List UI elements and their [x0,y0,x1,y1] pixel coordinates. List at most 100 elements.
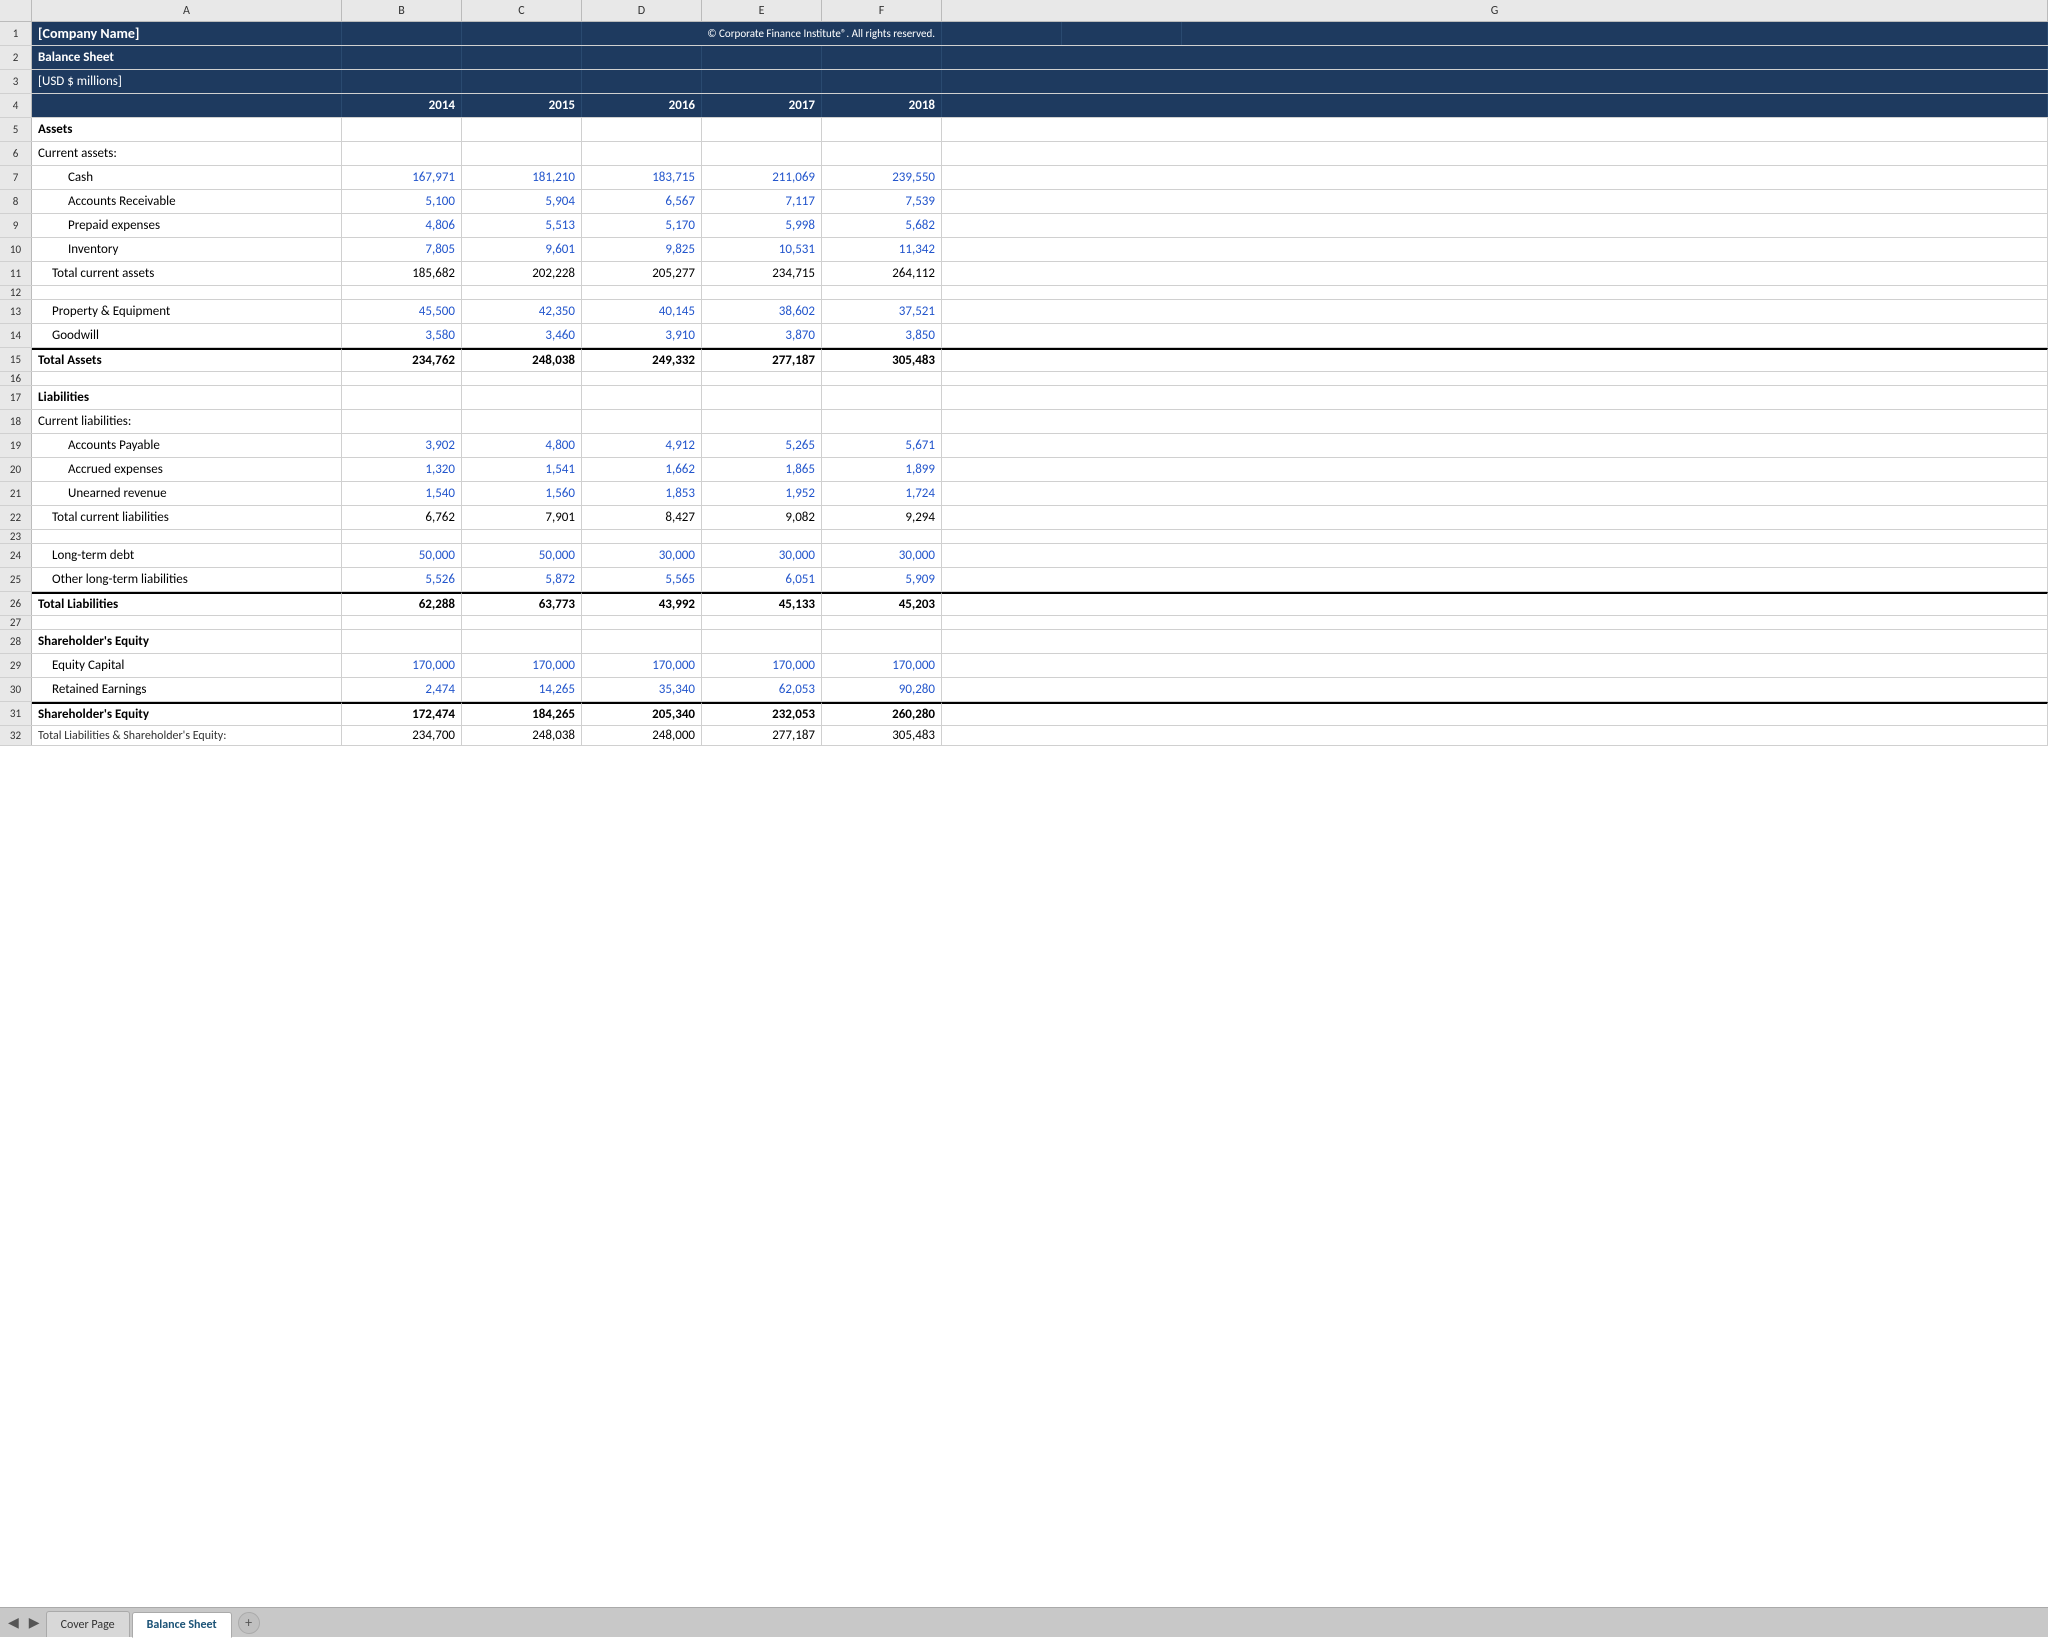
tab-scroll-left[interactable]: ◀ [4,1614,23,1631]
tca-2014[interactable]: 185,682 [342,262,462,285]
total-liab-2015[interactable]: 63,773 [462,592,582,615]
prepaid-2014[interactable]: 4,806 [342,214,462,237]
cash-2014[interactable]: 167,971 [342,166,462,189]
tab-cover-page[interactable]: Cover Page [46,1611,130,1637]
equity-capital-2018[interactable]: 170,000 [822,654,942,677]
tcl-2016[interactable]: 8,427 [582,506,702,529]
tlse-2017[interactable]: 277,187 [702,726,822,745]
company-name[interactable]: [Company Name] [32,22,342,45]
ar-2018[interactable]: 7,539 [822,190,942,213]
ltd-2018[interactable]: 30,000 [822,544,942,567]
inventory-2015[interactable]: 9,601 [462,238,582,261]
unearned-2016[interactable]: 1,853 [582,482,702,505]
goodwill-2017[interactable]: 3,870 [702,324,822,347]
tlse-2016[interactable]: 248,000 [582,726,702,745]
tlse-2018[interactable]: 305,483 [822,726,942,745]
unearned-2015[interactable]: 1,560 [462,482,582,505]
ap-2018[interactable]: 5,671 [822,434,942,457]
cash-2015[interactable]: 181,210 [462,166,582,189]
unearned-2014[interactable]: 1,540 [342,482,462,505]
goodwill-2018[interactable]: 3,850 [822,324,942,347]
equity-capital-2015[interactable]: 170,000 [462,654,582,677]
tcl-2015[interactable]: 7,901 [462,506,582,529]
unearned-2018[interactable]: 1,724 [822,482,942,505]
ltd-2016[interactable]: 30,000 [582,544,702,567]
retained-earnings-2015[interactable]: 14,265 [462,678,582,701]
prepaid-2017[interactable]: 5,998 [702,214,822,237]
ar-2017[interactable]: 7,117 [702,190,822,213]
total-assets-2014[interactable]: 234,762 [342,348,462,371]
other-lt-2015[interactable]: 5,872 [462,568,582,591]
retained-earnings-2014[interactable]: 2,474 [342,678,462,701]
se-2017[interactable]: 232,053 [702,702,822,725]
other-lt-2014[interactable]: 5,526 [342,568,462,591]
ltd-2017[interactable]: 30,000 [702,544,822,567]
ar-2015[interactable]: 5,904 [462,190,582,213]
cash-2018[interactable]: 239,550 [822,166,942,189]
cash-2017[interactable]: 211,069 [702,166,822,189]
total-assets-2016[interactable]: 249,332 [582,348,702,371]
other-lt-2016[interactable]: 5,565 [582,568,702,591]
ppe-2017[interactable]: 38,602 [702,300,822,323]
other-lt-2017[interactable]: 6,051 [702,568,822,591]
inventory-2014[interactable]: 7,805 [342,238,462,261]
ppe-2018[interactable]: 37,521 [822,300,942,323]
ar-2014[interactable]: 5,100 [342,190,462,213]
tca-2017[interactable]: 234,715 [702,262,822,285]
tca-2018[interactable]: 264,112 [822,262,942,285]
tlse-2014[interactable]: 234,700 [342,726,462,745]
inventory-2018[interactable]: 11,342 [822,238,942,261]
accrued-2018[interactable]: 1,899 [822,458,942,481]
tcl-2014[interactable]: 6,762 [342,506,462,529]
ap-2017[interactable]: 5,265 [702,434,822,457]
ppe-2015[interactable]: 42,350 [462,300,582,323]
total-assets-2017[interactable]: 277,187 [702,348,822,371]
ppe-2016[interactable]: 40,145 [582,300,702,323]
goodwill-2015[interactable]: 3,460 [462,324,582,347]
total-liab-2016[interactable]: 43,992 [582,592,702,615]
goodwill-2014[interactable]: 3,580 [342,324,462,347]
total-liab-2014[interactable]: 62,288 [342,592,462,615]
ap-2014[interactable]: 3,902 [342,434,462,457]
equity-capital-2016[interactable]: 170,000 [582,654,702,677]
other-lt-2018[interactable]: 5,909 [822,568,942,591]
ap-2015[interactable]: 4,800 [462,434,582,457]
ppe-2014[interactable]: 45,500 [342,300,462,323]
prepaid-2018[interactable]: 5,682 [822,214,942,237]
total-assets-2018[interactable]: 305,483 [822,348,942,371]
retained-earnings-2017[interactable]: 62,053 [702,678,822,701]
se-2015[interactable]: 184,265 [462,702,582,725]
unearned-2017[interactable]: 1,952 [702,482,822,505]
ap-2016[interactable]: 4,912 [582,434,702,457]
ltd-2014[interactable]: 50,000 [342,544,462,567]
accrued-2016[interactable]: 1,662 [582,458,702,481]
total-liab-2017[interactable]: 45,133 [702,592,822,615]
total-liab-2018[interactable]: 45,203 [822,592,942,615]
inventory-2016[interactable]: 9,825 [582,238,702,261]
tab-balance-sheet[interactable]: Balance Sheet [132,1612,232,1638]
goodwill-2016[interactable]: 3,910 [582,324,702,347]
tcl-2018[interactable]: 9,294 [822,506,942,529]
ltd-2015[interactable]: 50,000 [462,544,582,567]
retained-earnings-2016[interactable]: 35,340 [582,678,702,701]
accrued-2014[interactable]: 1,320 [342,458,462,481]
cash-2016[interactable]: 183,715 [582,166,702,189]
retained-earnings-2018[interactable]: 90,280 [822,678,942,701]
accrued-2015[interactable]: 1,541 [462,458,582,481]
se-2014[interactable]: 172,474 [342,702,462,725]
ar-2016[interactable]: 6,567 [582,190,702,213]
tca-2016[interactable]: 205,277 [582,262,702,285]
inventory-2017[interactable]: 10,531 [702,238,822,261]
se-2016[interactable]: 205,340 [582,702,702,725]
se-2018[interactable]: 260,280 [822,702,942,725]
accrued-2017[interactable]: 1,865 [702,458,822,481]
equity-capital-2014[interactable]: 170,000 [342,654,462,677]
tlse-2015[interactable]: 248,038 [462,726,582,745]
total-assets-2015[interactable]: 248,038 [462,348,582,371]
prepaid-2016[interactable]: 5,170 [582,214,702,237]
tcl-2017[interactable]: 9,082 [702,506,822,529]
tca-2015[interactable]: 202,228 [462,262,582,285]
tab-add-button[interactable]: + [238,1612,260,1634]
equity-capital-2017[interactable]: 170,000 [702,654,822,677]
prepaid-2015[interactable]: 5,513 [462,214,582,237]
